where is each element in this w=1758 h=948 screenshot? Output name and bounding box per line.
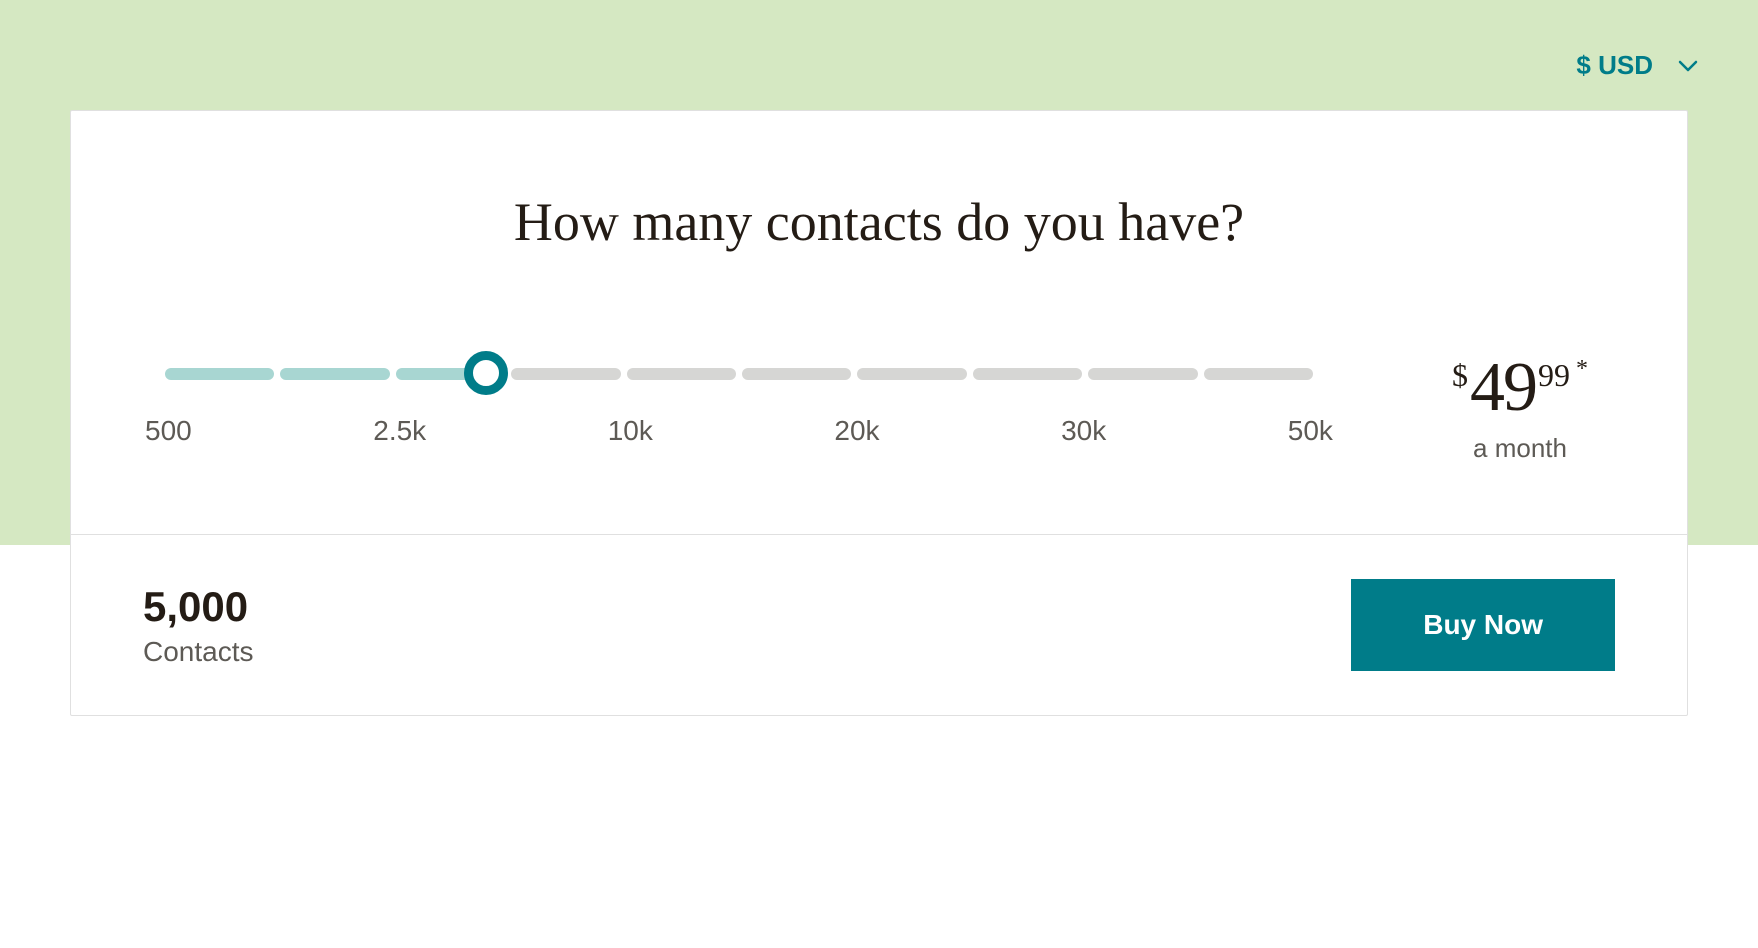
currency-selector[interactable]: $ USD (1576, 50, 1698, 81)
card-upper: How many contacts do you have? 500 2.5k 10… (71, 111, 1687, 534)
price-whole: 49 (1470, 353, 1536, 423)
card-heading: How many contacts do you have? (143, 191, 1615, 253)
slider-segment (1088, 368, 1197, 380)
pricing-card: How many contacts do you have? 500 2.5k 10… (70, 110, 1688, 716)
slider-segment (627, 368, 736, 380)
slider-track (165, 368, 1313, 380)
slider-segment (857, 368, 966, 380)
contacts-slider[interactable] (165, 353, 1313, 397)
currency-label: $ USD (1576, 50, 1653, 81)
slider-tick-label: 10k (608, 415, 653, 447)
slider-tick-label: 2.5k (373, 415, 426, 447)
contacts-summary: 5,000 Contacts (143, 582, 254, 668)
contacts-label: Contacts (143, 636, 254, 668)
price-period: a month (1425, 433, 1615, 464)
buy-now-button[interactable]: Buy Now (1351, 579, 1615, 671)
slider-segment (1204, 368, 1313, 380)
slider-tick-label: 500 (145, 415, 192, 447)
price-cents: 99 (1538, 359, 1570, 391)
contacts-count: 5,000 (143, 582, 254, 632)
slider-labels: 500 2.5k 10k 20k 30k 50k (143, 415, 1335, 447)
price-display: $ 49 99 * a month (1425, 353, 1615, 464)
slider-segment (511, 368, 620, 380)
price-line: $ 49 99 * (1425, 353, 1615, 423)
card-lower: 5,000 Contacts Buy Now (71, 535, 1687, 715)
slider-price-row: 500 2.5k 10k 20k 30k 50k $ 49 99 * a month (143, 353, 1615, 464)
slider-segment (165, 368, 274, 380)
slider-segment (280, 368, 389, 380)
slider-thumb[interactable] (464, 351, 508, 395)
slider-tick-label: 30k (1061, 415, 1106, 447)
slider-tick-label: 50k (1288, 415, 1333, 447)
slider-segment (742, 368, 851, 380)
chevron-down-icon (1678, 60, 1698, 72)
contacts-slider-area: 500 2.5k 10k 20k 30k 50k (143, 353, 1335, 447)
price-currency-symbol: $ (1452, 359, 1468, 391)
price-asterisk: * (1576, 357, 1588, 381)
slider-tick-label: 20k (834, 415, 879, 447)
page-background: $ USD How many contacts do you have? 500… (0, 0, 1758, 545)
slider-segment (973, 368, 1082, 380)
